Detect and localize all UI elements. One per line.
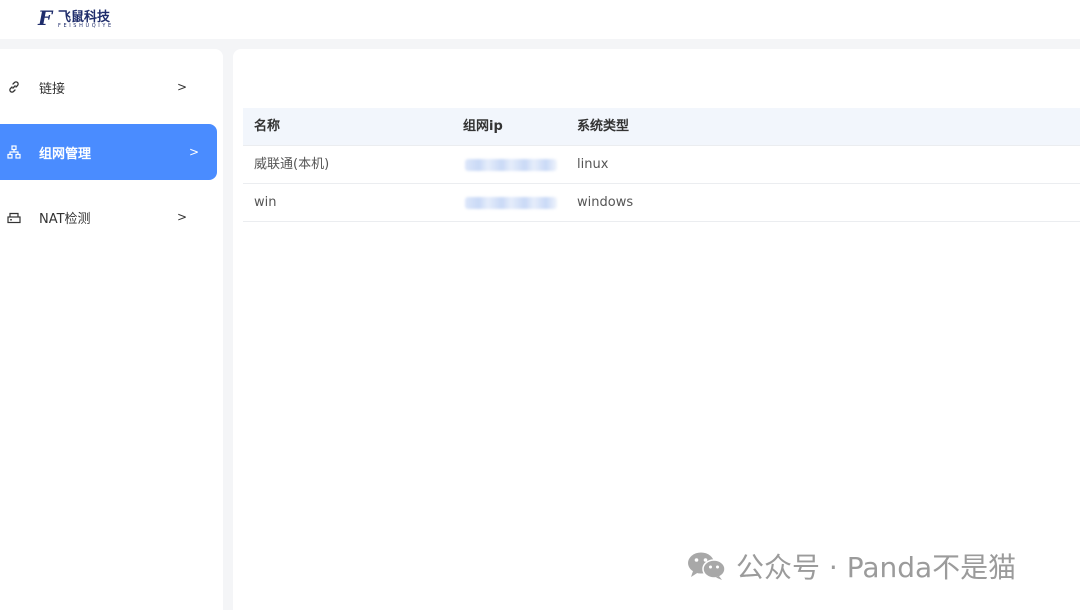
column-header-system-type: 系统类型 xyxy=(577,119,630,134)
device-name: win xyxy=(254,195,277,210)
sidebar-item-network-management[interactable]: 组网管理 > xyxy=(0,124,217,180)
sidebar-item-label: 链接 xyxy=(39,81,66,97)
chevron-right-icon: > xyxy=(177,210,188,224)
network-icon xyxy=(6,144,22,160)
devices-table: 名称 组网ip 系统类型 威联通(本机) linux win windows xyxy=(243,108,1080,222)
sidebar: 链接 > 组网管理 > NAT检测 > xyxy=(0,49,223,610)
brand-mark: F xyxy=(38,6,53,30)
table-header-row: 名称 组网ip 系统类型 xyxy=(243,108,1080,146)
top-bar: F 飞鼠科技 FEISHUQIYE xyxy=(0,0,1080,39)
column-header-ip: 组网ip xyxy=(463,119,503,134)
chevron-right-icon: > xyxy=(177,80,188,94)
watermark: 公众号 · Panda不是猫 xyxy=(686,548,1016,584)
chevron-right-icon: > xyxy=(189,145,200,159)
sidebar-item-link[interactable]: 链接 > xyxy=(0,59,217,115)
router-icon xyxy=(6,209,22,225)
watermark-text: 公众号 · Panda不是猫 xyxy=(736,551,1017,584)
device-system-type: windows xyxy=(577,195,634,210)
device-name: 威联通(本机) xyxy=(254,157,330,172)
sidebar-item-nat-detection[interactable]: NAT检测 > xyxy=(0,189,217,245)
sidebar-item-label: NAT检测 xyxy=(39,211,91,227)
sidebar-item-label: 组网管理 xyxy=(39,146,92,162)
main-panel: 名称 组网ip 系统类型 威联通(本机) linux win windows xyxy=(233,49,1080,610)
ip-redacted xyxy=(465,159,557,171)
link-icon xyxy=(6,79,22,95)
wechat-icon xyxy=(688,552,726,580)
table-row[interactable]: win windows xyxy=(243,184,1080,222)
ip-redacted xyxy=(465,197,557,209)
device-system-type: linux xyxy=(577,157,609,172)
column-header-name: 名称 xyxy=(254,119,281,134)
table-row[interactable]: 威联通(本机) linux xyxy=(243,146,1080,184)
brand-subtitle: FEISHUQIYE xyxy=(58,23,114,29)
